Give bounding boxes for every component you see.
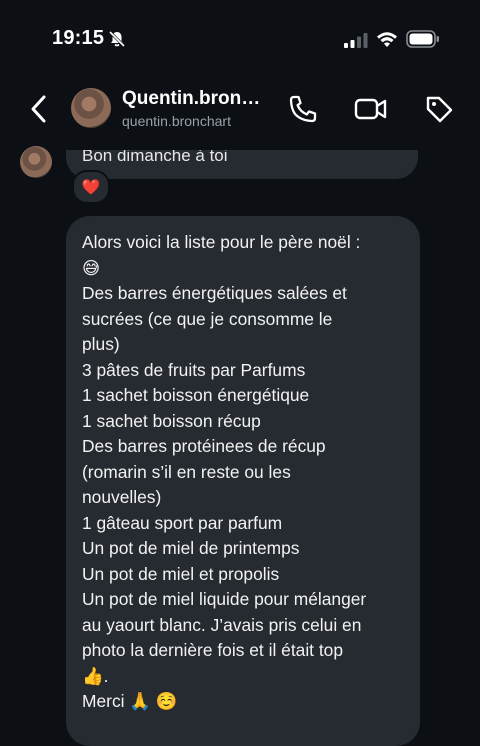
conversation-header: Quentin.bron… quentin.bronchart bbox=[0, 78, 480, 148]
message-line: photo la dernière fois et il était top bbox=[82, 640, 344, 660]
battery-icon bbox=[406, 30, 439, 48]
message-line: 3 pâtes de fruits par Parfums bbox=[82, 359, 306, 380]
message-line: Un pot de miel et propolis bbox=[82, 563, 280, 584]
tag-icon[interactable] bbox=[424, 94, 454, 124]
bell-off-icon bbox=[108, 30, 126, 48]
chevron-left-icon[interactable] bbox=[28, 94, 50, 124]
avatar[interactable] bbox=[71, 88, 111, 128]
message-line: 😅 bbox=[82, 257, 101, 278]
heart-icon: ❤️ bbox=[81, 179, 101, 196]
video-camera-icon[interactable] bbox=[354, 94, 388, 124]
contact-name[interactable]: Quentin.bron… bbox=[122, 88, 260, 110]
wifi-icon bbox=[377, 32, 397, 47]
message-line: Des barres énergétiques salées et bbox=[82, 283, 347, 303]
message-line: 1 sachet boisson énergétique bbox=[82, 385, 310, 405]
message-line: 1 gâteau sport par parfum bbox=[82, 512, 283, 533]
contact-username[interactable]: quentin.bronchart bbox=[122, 113, 231, 129]
heart-reaction[interactable]: ❤️ bbox=[72, 170, 110, 204]
message-line: Alors voici la liste pour le père noël : bbox=[82, 232, 361, 252]
message-line: 👍. bbox=[82, 665, 109, 686]
message-line: 1 sachet boisson récup bbox=[82, 410, 261, 431]
status-time: 19:15 bbox=[52, 27, 105, 49]
message-line: sucrées (ce que je consomme le bbox=[82, 308, 333, 329]
message-line: (romarin s’il en reste ou les bbox=[82, 461, 291, 482]
phone-icon[interactable] bbox=[288, 94, 318, 124]
message-line: au yaourt blanc. J’avais pris celui en bbox=[82, 614, 362, 635]
message-text: Alors voici la liste pour le père noël :… bbox=[82, 230, 412, 715]
message-line: Des barres protéinees de récup bbox=[82, 436, 326, 456]
message-line: plus) bbox=[82, 334, 120, 354]
status-bar: 19:15 bbox=[0, 0, 480, 78]
message-line: nouvelles) bbox=[82, 487, 162, 507]
message-line: Un pot de miel liquide pour mélanger bbox=[82, 589, 367, 609]
message-line: Merci 🙏 ☺️ bbox=[82, 691, 178, 711]
message-line: Un pot de miel de printemps bbox=[82, 538, 300, 558]
sender-avatar[interactable] bbox=[20, 146, 52, 178]
signal-icon bbox=[344, 33, 368, 48]
